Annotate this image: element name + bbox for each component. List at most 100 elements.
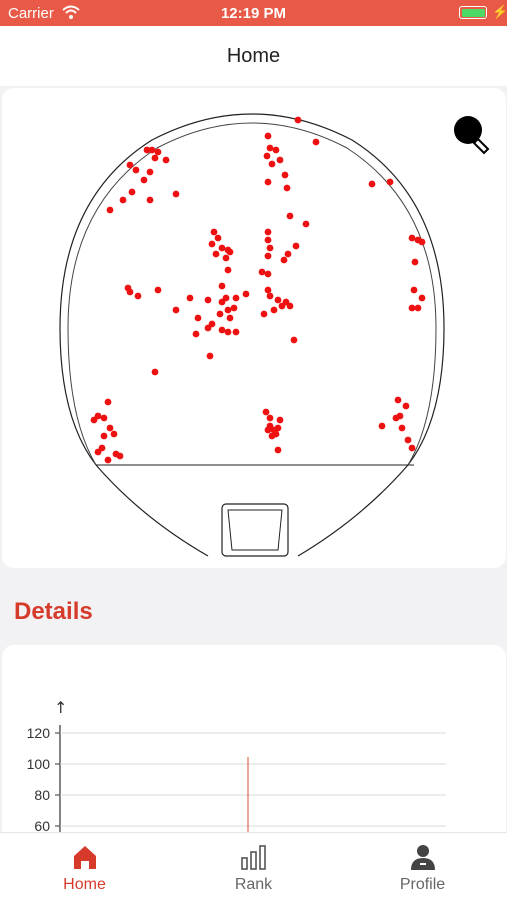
chart-grid: 1201008060 [27,725,446,834]
y-tick-label: 120 [27,725,51,741]
hit-point [283,184,291,192]
hit-points-layer [90,116,426,464]
hit-point [392,414,400,422]
hit-point [151,154,159,162]
tab-rank-label: Rank [234,876,273,893]
hit-point [263,152,271,160]
hit-point [151,368,159,376]
details-heading: Details [14,598,93,625]
charging-icon: ⚡ [492,4,507,19]
hit-point [394,396,402,404]
hit-point [408,444,416,452]
hit-point [258,268,266,276]
hit-point [119,196,127,204]
tab-home[interactable]: Home [0,833,169,900]
home-icon [74,846,96,869]
hit-point [212,250,220,258]
hit-point [286,212,294,220]
hit-point [286,302,294,310]
hit-point [146,196,154,204]
racket-icon[interactable] [450,114,492,156]
y-tick-label: 100 [27,756,51,772]
hit-point [222,294,230,302]
hit-point [210,228,218,236]
hit-point [224,266,232,274]
hit-point [218,326,226,334]
hit-point [106,206,114,214]
racket-inner-outline [67,122,437,466]
hit-point [264,228,272,236]
hit-point [100,414,108,422]
hit-point [408,304,416,312]
status-bar: Carrier 12:19 PM ⚡ [0,0,507,26]
hit-point [206,352,214,360]
hit-point [148,146,156,154]
hit-point [264,236,272,244]
hit-point [186,294,194,302]
hit-point [154,286,162,294]
hit-point [100,432,108,440]
hit-point [224,306,232,314]
battery-icon [459,6,487,19]
hit-point [222,254,230,262]
hit-point [126,161,134,169]
hit-point [264,270,272,278]
tab-profile[interactable]: Profile [338,833,507,900]
hit-point [230,304,238,312]
hit-point [90,416,98,424]
tab-bar: Home Rank Profile [0,832,507,900]
hit-point [104,456,112,464]
hit-point [398,424,406,432]
hit-point [262,408,270,416]
hit-point [274,446,282,454]
hit-point [146,168,154,176]
hit-point [272,146,280,154]
hit-point [266,244,274,252]
hit-point [294,116,302,124]
hit-point [264,426,272,434]
hit-point [268,160,276,168]
hit-point [106,424,114,432]
hit-point [172,190,180,198]
hit-point [411,258,419,266]
racket-left-neck [95,464,209,557]
tab-profile-label: Profile [399,876,446,893]
nav-bar: Home [0,26,507,86]
hit-point [260,310,268,318]
hit-point [404,436,412,444]
hit-point [378,422,386,430]
y-tick-label: 80 [34,787,50,803]
bar-chart-icon [241,845,266,870]
hit-point [278,302,286,310]
tab-rank[interactable]: Rank [169,833,338,900]
hit-point [386,178,394,186]
hit-point [410,286,418,294]
hit-point [226,248,234,256]
hit-point [140,176,148,184]
hit-point [266,414,274,422]
hit-point [128,188,136,196]
hit-point [116,452,124,460]
hit-point [204,296,212,304]
hit-point [264,178,272,186]
racket-handle-inner [227,509,283,551]
hit-point [104,398,112,406]
racket-diagram [59,113,445,557]
hit-point [274,296,282,304]
hit-point [126,288,134,296]
hit-point [208,240,216,248]
hit-point [110,430,118,438]
status-time: 12:19 PM [220,5,287,22]
hit-point [270,306,278,314]
hit-point [266,292,274,300]
hit-point [284,250,292,258]
hit-point [292,242,300,250]
hit-point [232,328,240,336]
profile-icon [411,845,435,870]
hit-point [418,294,426,302]
hit-point [216,310,224,318]
hit-point [162,156,170,164]
hit-point [312,138,320,146]
hit-point [226,314,234,322]
tab-home-label: Home [63,876,106,893]
